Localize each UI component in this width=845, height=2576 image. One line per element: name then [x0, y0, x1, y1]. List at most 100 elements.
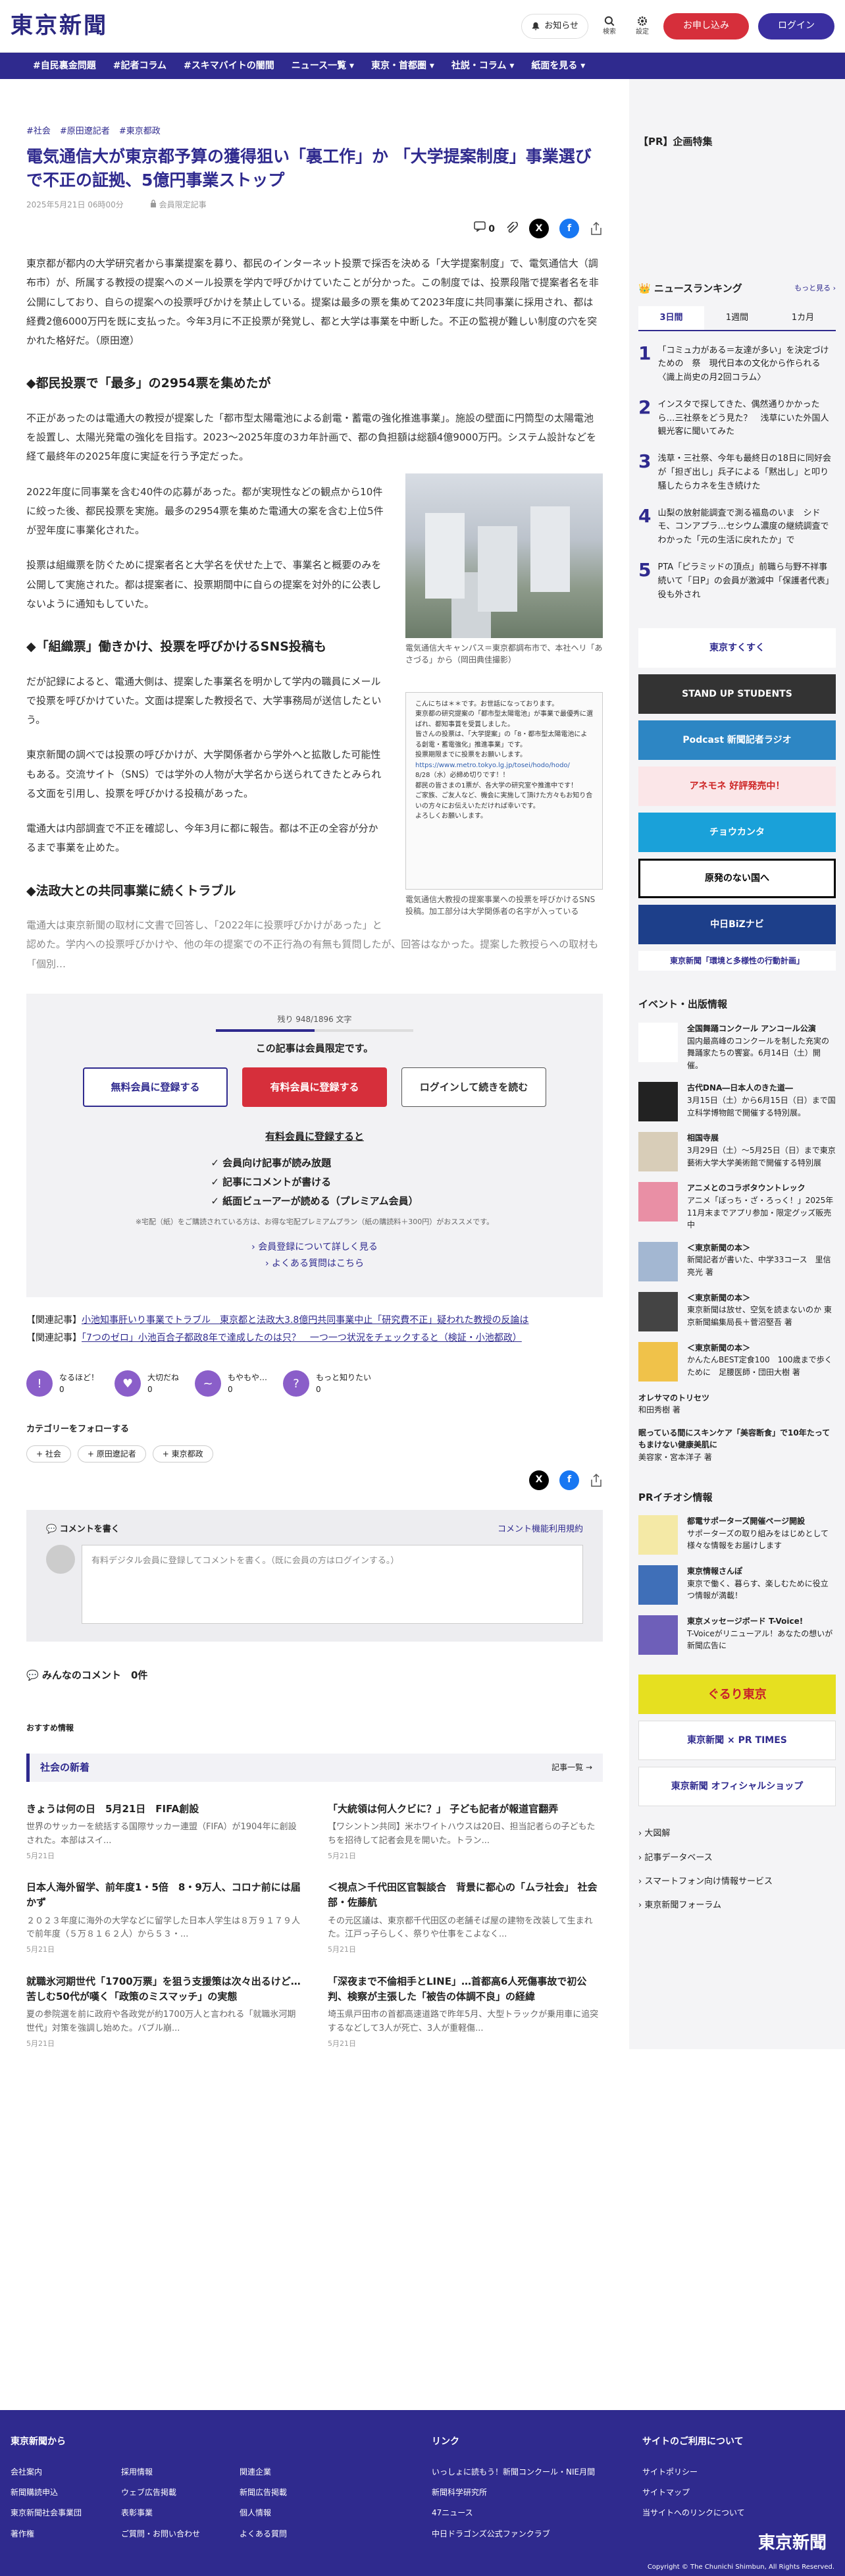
ranking-item[interactable]: 3 浅草・三社祭、今年も最終日の18日に同好会が「担ぎ出し」兵子による「黙出し」と…	[638, 452, 836, 493]
site-logo[interactable]: 東京新聞	[11, 9, 108, 43]
nav-item[interactable]: #スキマバイトの闇間	[184, 59, 274, 73]
event-item[interactable]: 相国寺展 3月29日（土）〜5月25日（日）まで東京藝術大学大学美術館で開催する特…	[638, 1132, 836, 1172]
footer-link[interactable]: ウェブ広告掲載	[121, 2482, 200, 2503]
membership-info-link[interactable]: › 会員登録について詳しく見る	[26, 1241, 603, 1254]
footer-link[interactable]: 会社案内	[11, 2462, 82, 2482]
share-icon[interactable]	[590, 221, 603, 236]
comment-input[interactable]: 有料デジタル会員に登録してコメントを書く。（既に会員の方はログインする。）	[82, 1545, 583, 1624]
news-item[interactable]: 日本人海外留学、前年度1・5倍 8・9万人、コロナ前には届かず ２０２３年度に海外…	[26, 1880, 301, 1956]
event-item[interactable]: アニメとのコラボタウントレック アニメ「ぼっち・ざ・ろっく！」2025年11月末ま…	[638, 1182, 836, 1231]
footer-link[interactable]: 当サイトへのリンクについて	[642, 2503, 827, 2523]
sidebar-link[interactable]: › 大図解	[638, 1822, 836, 1846]
banner[interactable]: 東京新聞 オフィシャルショップ	[638, 1767, 836, 1807]
banner[interactable]: 東京すくすく	[638, 628, 836, 668]
related-article-link[interactable]: 「7つのゼロ」小池百合子都政8年で達成したのは只？ 一つ一つ状況をチェックすると…	[82, 1333, 522, 1343]
follow-tag-button[interactable]: + 東京都政	[152, 1445, 213, 1462]
tab-1week[interactable]: 1週間	[704, 306, 770, 330]
footer-link[interactable]: 中日ドラゴンズ公式ファンクラブ	[432, 2524, 642, 2544]
event-item[interactable]: ＜東京新聞の本＞ 新聞記者が書いた、中学33コース 里信亮光 著	[638, 1241, 836, 1281]
banner[interactable]: アネモネ 好評発売中！	[638, 766, 836, 807]
footer-link[interactable]: いっしょに読もう！新聞コンクール・NIE月間	[432, 2462, 642, 2482]
event-item[interactable]: オレサマのトリセツ 和田秀樹 著	[638, 1392, 836, 1416]
reaction-button[interactable]: ~ もやもや… 0	[195, 1370, 267, 1397]
tag-link[interactable]: #東京都政	[119, 125, 161, 138]
follow-tag-button[interactable]: + 社会	[26, 1445, 71, 1462]
comment-rules-link[interactable]: コメント機能利用規約	[498, 1523, 583, 1536]
x-share-icon[interactable]: X	[529, 1470, 549, 1490]
facebook-share-icon[interactable]: f	[559, 1470, 579, 1490]
footer-link[interactable]: 新聞広告掲載	[240, 2482, 287, 2503]
footer-link[interactable]: 東京新聞社会事業団	[11, 2503, 82, 2523]
ranking-item[interactable]: 4 山梨の放射能調査で測る福島のいま シドモ、コンアプラ…セシウム濃度の継続調査で…	[638, 506, 836, 548]
news-item[interactable]: ＜視点＞千代田区官製談合 背景に都心の「ムラ社会」 社会部・佐藤航 その元区議は、…	[328, 1880, 603, 1956]
news-item[interactable]: 「大統領は何人クビに？」 子ども記者が報道官翻弄 【ワシントン共同】米ホワイトハウ…	[328, 1802, 603, 1862]
reaction-button[interactable]: ! なるほど！ 0	[26, 1370, 99, 1397]
x-share-icon[interactable]: X	[529, 219, 549, 238]
notification-button[interactable]: お知らせ	[521, 13, 588, 39]
nav-item[interactable]: ニュース一覧 ▾	[292, 59, 354, 73]
banner[interactable]: 原発のない国へ	[638, 859, 836, 899]
facebook-share-icon[interactable]: f	[559, 219, 579, 238]
event-item[interactable]: ＜東京新聞の本＞ かんたんBEST定食100 100歳まで歩くために 足腰医師・団…	[638, 1341, 836, 1382]
tag-link[interactable]: #原田遼記者	[60, 125, 110, 138]
nav-item[interactable]: 社説・コラム ▾	[451, 59, 514, 73]
nav-item[interactable]: 紙面を見る ▾	[531, 59, 585, 73]
news-item[interactable]: 「深夜まで不倫相手とLINE」…首都高6人死傷事故で初公判、検察が主張した「被告…	[328, 1974, 603, 2050]
sidebar-link[interactable]: › 東京新聞フォーラム	[638, 1894, 836, 1918]
comment-count[interactable]: 0	[474, 221, 495, 236]
subscribe-button[interactable]: お申し込み	[663, 13, 749, 40]
related-article-link[interactable]: 小池知事肝いり事業でトラブル 東京都と法政大3.8億円共同事業中止「研究費不正」…	[82, 1315, 529, 1326]
share-icon[interactable]	[590, 1473, 603, 1488]
event-item[interactable]: 古代DNA―日本人のきた道― 3月15日（土）から6月15日（日）まで国立科学博物…	[638, 1082, 836, 1122]
ranking-more-link[interactable]: もっと見る ›	[794, 283, 836, 294]
news-item[interactable]: 就職氷河期世代「1700万票」を狙う支援策は次々出るけど…苦しむ50代が嘆く「政…	[26, 1974, 301, 2050]
news-item[interactable]: きょうは何の日 5月21日 FIFA創設 世界のサッカーを統括する国際サッカー連盟…	[26, 1802, 301, 1862]
pr-item[interactable]: 都電サポーターズ開催ページ開設 サポーターズの取り組みをはじめとして様々な情報をお…	[638, 1515, 836, 1555]
tab-3days[interactable]: 3日間	[638, 306, 704, 330]
free-register-button[interactable]: 無料会員に登録する	[83, 1067, 228, 1108]
banner[interactable]: Podcast 新聞記者ラジオ	[638, 720, 836, 761]
footer-link[interactable]: ご質問・お問い合わせ	[121, 2524, 200, 2544]
search-button[interactable]: 検索	[598, 15, 621, 37]
ranking-item[interactable]: 2 インスタで探してきた、偶然通りかかったら…三社祭をどう見た？ 浅草にいた外国人…	[638, 398, 836, 439]
banner[interactable]: 中日BiZナビ	[638, 905, 836, 945]
event-item[interactable]: 眠っている間にスキンケア「美容断食」で10年たってもまけない健康美肌に 美容家・宮…	[638, 1427, 836, 1464]
nav-item[interactable]: #記者コラム	[113, 59, 166, 73]
footer-link[interactable]: よくある質問	[240, 2524, 287, 2544]
event-item[interactable]: ＜東京新聞の本＞ 東京新聞は放せ、空気を読まないのか 東京新聞編集局長＋菅沼堅吾 …	[638, 1291, 836, 1331]
settings-button[interactable]: 設定	[630, 15, 654, 37]
sidebar-link[interactable]: › スマートフォン向け情報サービス	[638, 1870, 836, 1894]
footer-link[interactable]: 個人情報	[240, 2503, 287, 2523]
follow-tag-button[interactable]: + 原田遼記者	[77, 1445, 146, 1462]
footer-link[interactable]: サイトポリシー	[642, 2462, 827, 2482]
ranking-item[interactable]: 5 PTA「ピラミッドの頂点」前職ら与野不祥事続いて「日P」の会員が激減中「保護者…	[638, 560, 836, 602]
footer-link[interactable]: 関連企業	[240, 2462, 287, 2482]
footer-link[interactable]: 著作権	[11, 2524, 82, 2544]
paid-register-button[interactable]: 有料会員に登録する	[242, 1067, 387, 1108]
banner[interactable]: チョウカンタ	[638, 813, 836, 853]
footer-link[interactable]: サイトマップ	[642, 2482, 827, 2503]
footer-link[interactable]: 新聞科学研究所	[432, 2482, 642, 2503]
reaction-button[interactable]: ? もっと知りたい 0	[283, 1370, 371, 1397]
banner[interactable]: ぐるり東京	[638, 1675, 836, 1715]
clip-icon[interactable]	[505, 222, 519, 235]
footer-link[interactable]: 採用情報	[121, 2462, 200, 2482]
pr-item[interactable]: 東京情報さんぽ 東京で働く、暮らす、楽しむために役立つ情報が満載！	[638, 1565, 836, 1605]
tag-link[interactable]: #社会	[26, 125, 51, 138]
reaction-button[interactable]: ♥ 大切だね 0	[115, 1370, 179, 1397]
footer-link[interactable]: 47ニュース	[432, 2503, 642, 2523]
event-item[interactable]: 全国舞踊コンクール アンコール公演 国内最高峰のコンクールを制した充実の舞踊家たち…	[638, 1022, 836, 1071]
footer-link[interactable]: 新聞購読申込	[11, 2482, 82, 2503]
ranking-item[interactable]: 1 「コミュ力がある＝友達が多い」を決定づけための 祭 現代日本の文化から作られる…	[638, 344, 836, 385]
faq-link[interactable]: › よくある質問はこちら	[26, 1257, 603, 1271]
banner[interactable]: 東京新聞 × PR TIMES	[638, 1721, 836, 1761]
footer-link[interactable]: 表彰事業	[121, 2503, 200, 2523]
more-link[interactable]: 記事一覧 →	[551, 1761, 592, 1773]
login-button[interactable]: ログイン	[758, 13, 834, 40]
nav-item[interactable]: 東京・首都圏 ▾	[371, 59, 434, 73]
banner[interactable]: STAND UP STUDENTS	[638, 674, 836, 714]
tab-1month[interactable]: 1カ月	[770, 306, 836, 330]
login-continue-button[interactable]: ログインして続きを読む	[401, 1067, 546, 1108]
banner[interactable]: 東京新聞「環境と多様性の行動計画」	[638, 951, 836, 971]
nav-item[interactable]: #自民裏金問題	[33, 59, 96, 73]
